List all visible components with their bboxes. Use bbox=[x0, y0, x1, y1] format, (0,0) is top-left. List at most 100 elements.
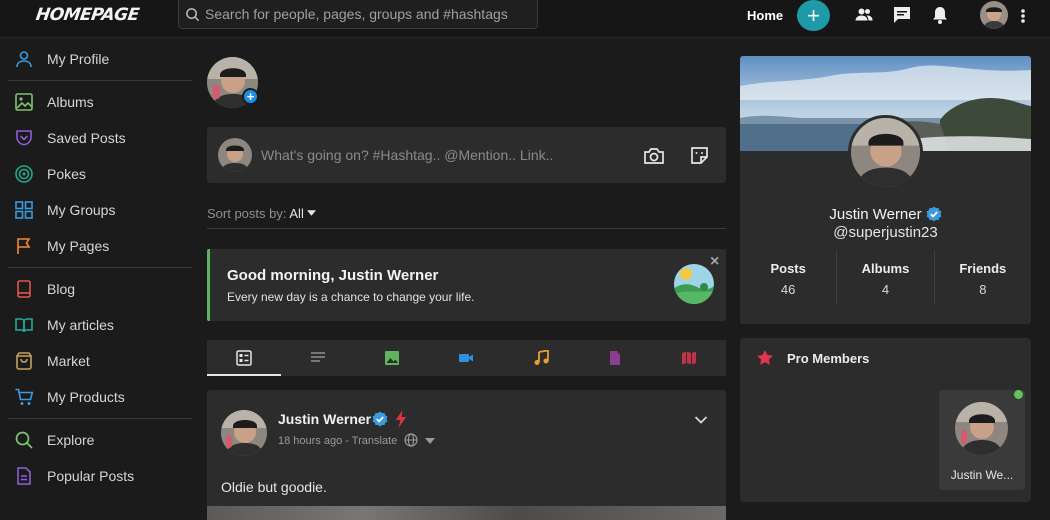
sidebar-item-albums[interactable]: Albums bbox=[0, 84, 200, 120]
sort-divider bbox=[207, 228, 726, 229]
flag-icon bbox=[17, 238, 31, 254]
friends-icon[interactable] bbox=[854, 5, 874, 25]
composer-placeholder[interactable]: What's going on? #Hashtag.. @Mention.. L… bbox=[261, 147, 553, 163]
profile-name[interactable]: Justin Werner bbox=[829, 206, 921, 223]
sort-posts-control[interactable]: Sort posts by: All bbox=[207, 206, 317, 221]
composer-avatar bbox=[218, 138, 252, 172]
add-story-plus-icon[interactable]: + bbox=[242, 88, 259, 105]
sidebar-item-saved-posts[interactable]: Saved Posts bbox=[0, 120, 200, 156]
bookmark-icon bbox=[16, 130, 32, 146]
sidebar-item-popular-posts[interactable]: Popular Posts bbox=[0, 458, 200, 494]
create-button[interactable]: + bbox=[797, 0, 830, 31]
sidebar-item-label: Explore bbox=[47, 432, 95, 448]
profile-handle: @superjustin23 bbox=[833, 224, 938, 241]
tab-videos[interactable] bbox=[429, 340, 503, 376]
text-lines-icon bbox=[311, 352, 326, 362]
profile-name-row[interactable]: Justin Werner bbox=[740, 206, 1031, 223]
tab-text[interactable] bbox=[281, 340, 355, 376]
sidebar-item-label: My Groups bbox=[47, 202, 116, 218]
pro-member-avatar[interactable] bbox=[955, 402, 1008, 455]
sidebar-item-my-articles[interactable]: My articles bbox=[0, 307, 200, 343]
post-author-avatar[interactable] bbox=[221, 410, 267, 456]
pro-members-card: Pro Members Justin We... bbox=[740, 338, 1031, 502]
caret-down-icon[interactable] bbox=[425, 437, 435, 445]
left-sidebar: My Profile Albums Saved Posts Pokes My G… bbox=[0, 38, 200, 494]
greeting-title: Good morning, Justin Werner bbox=[227, 267, 439, 284]
post-author-name[interactable]: Justin Werner bbox=[278, 411, 371, 427]
lightning-bolt-icon bbox=[396, 410, 406, 428]
stat-label: Posts bbox=[770, 261, 806, 276]
tab-music[interactable] bbox=[504, 340, 578, 376]
site-logo[interactable]: HOMEPAGE bbox=[35, 5, 141, 25]
pro-members-title: Pro Members bbox=[787, 351, 870, 366]
stat-label: Friends bbox=[959, 261, 1007, 276]
pro-member-tile[interactable]: Justin We... bbox=[939, 390, 1025, 490]
sidebar-item-label: Blog bbox=[47, 281, 76, 297]
sidebar-item-my-pages[interactable]: My Pages bbox=[0, 228, 200, 264]
map-icon bbox=[681, 351, 696, 365]
sidebar-item-my-groups[interactable]: My Groups bbox=[0, 192, 200, 228]
book-icon bbox=[17, 280, 31, 298]
sort-label: Sort posts by: bbox=[207, 206, 287, 221]
sidebar-item-blog[interactable]: Blog bbox=[0, 271, 200, 307]
open-book-icon bbox=[15, 318, 33, 333]
sidebar-divider bbox=[8, 418, 192, 419]
more-options-icon[interactable] bbox=[1018, 6, 1028, 26]
stat-posts[interactable]: Posts 46 bbox=[740, 250, 836, 305]
bag-icon bbox=[16, 352, 32, 370]
search-box[interactable] bbox=[178, 0, 538, 29]
list-checkbox-icon bbox=[236, 350, 252, 366]
post-timestamp-translate[interactable]: 18 hours ago - Translate bbox=[278, 435, 397, 447]
stat-value: 4 bbox=[881, 282, 890, 297]
tab-maps[interactable] bbox=[652, 340, 726, 376]
cart-icon bbox=[15, 388, 34, 405]
tab-all[interactable] bbox=[207, 340, 282, 376]
sidebar-item-explore[interactable]: Explore bbox=[0, 422, 200, 458]
caret-down-icon bbox=[307, 210, 317, 216]
star-icon bbox=[757, 350, 773, 365]
profile-summary-card: Justin Werner @superjustin23 Posts 46 Al… bbox=[740, 56, 1031, 324]
greeting-card: Good morning, Justin Werner Every new da… bbox=[207, 249, 726, 321]
home-link[interactable]: Home bbox=[747, 8, 783, 23]
sidebar-item-market[interactable]: Market bbox=[0, 343, 200, 379]
greeting-subtitle: Every new day is a chance to change your… bbox=[227, 290, 475, 304]
notifications-bell-icon[interactable] bbox=[930, 5, 950, 25]
document-icon bbox=[17, 467, 31, 485]
sidebar-item-pokes[interactable]: Pokes bbox=[0, 156, 200, 192]
target-icon bbox=[15, 165, 33, 183]
chevron-down-icon[interactable] bbox=[694, 415, 708, 425]
messages-icon[interactable] bbox=[892, 5, 912, 25]
sticker-icon[interactable] bbox=[689, 145, 710, 166]
search-icon bbox=[15, 431, 33, 449]
stat-label: Albums bbox=[861, 261, 910, 276]
video-camera-icon bbox=[459, 354, 474, 362]
stat-value: 46 bbox=[780, 282, 796, 297]
image-icon bbox=[15, 93, 33, 111]
globe-icon[interactable] bbox=[404, 433, 418, 447]
verified-badge-icon bbox=[926, 206, 942, 222]
sidebar-item-my-profile[interactable]: My Profile bbox=[0, 41, 200, 77]
sidebar-item-label: My Products bbox=[47, 389, 125, 405]
tab-photos[interactable] bbox=[355, 340, 429, 376]
sidebar-item-label: My Profile bbox=[47, 51, 110, 67]
sidebar-item-label: Pokes bbox=[47, 166, 86, 182]
post-image[interactable] bbox=[207, 506, 726, 520]
stat-friends[interactable]: Friends 8 bbox=[933, 250, 1031, 305]
sidebar-item-my-products[interactable]: My Products bbox=[0, 379, 200, 415]
profile-stats: Posts 46 Albums 4 Friends 8 bbox=[740, 250, 1031, 305]
post-body-text: Oldie but goodie. bbox=[221, 479, 327, 495]
tab-files[interactable] bbox=[578, 340, 652, 376]
post-composer[interactable]: What's going on? #Hashtag.. @Mention.. L… bbox=[207, 127, 726, 183]
stat-albums[interactable]: Albums 4 bbox=[836, 250, 933, 305]
grid-icon bbox=[15, 201, 33, 219]
online-status-dot bbox=[1014, 390, 1023, 399]
camera-icon[interactable] bbox=[643, 146, 665, 166]
user-icon bbox=[16, 51, 32, 68]
search-input[interactable] bbox=[205, 6, 525, 22]
pro-member-name[interactable]: Justin We... bbox=[939, 468, 1025, 482]
verified-badge-icon bbox=[372, 411, 388, 427]
user-avatar[interactable] bbox=[980, 1, 1008, 29]
close-icon[interactable]: × bbox=[710, 253, 719, 271]
profile-avatar[interactable] bbox=[848, 115, 923, 190]
sort-value[interactable]: All bbox=[289, 206, 303, 221]
